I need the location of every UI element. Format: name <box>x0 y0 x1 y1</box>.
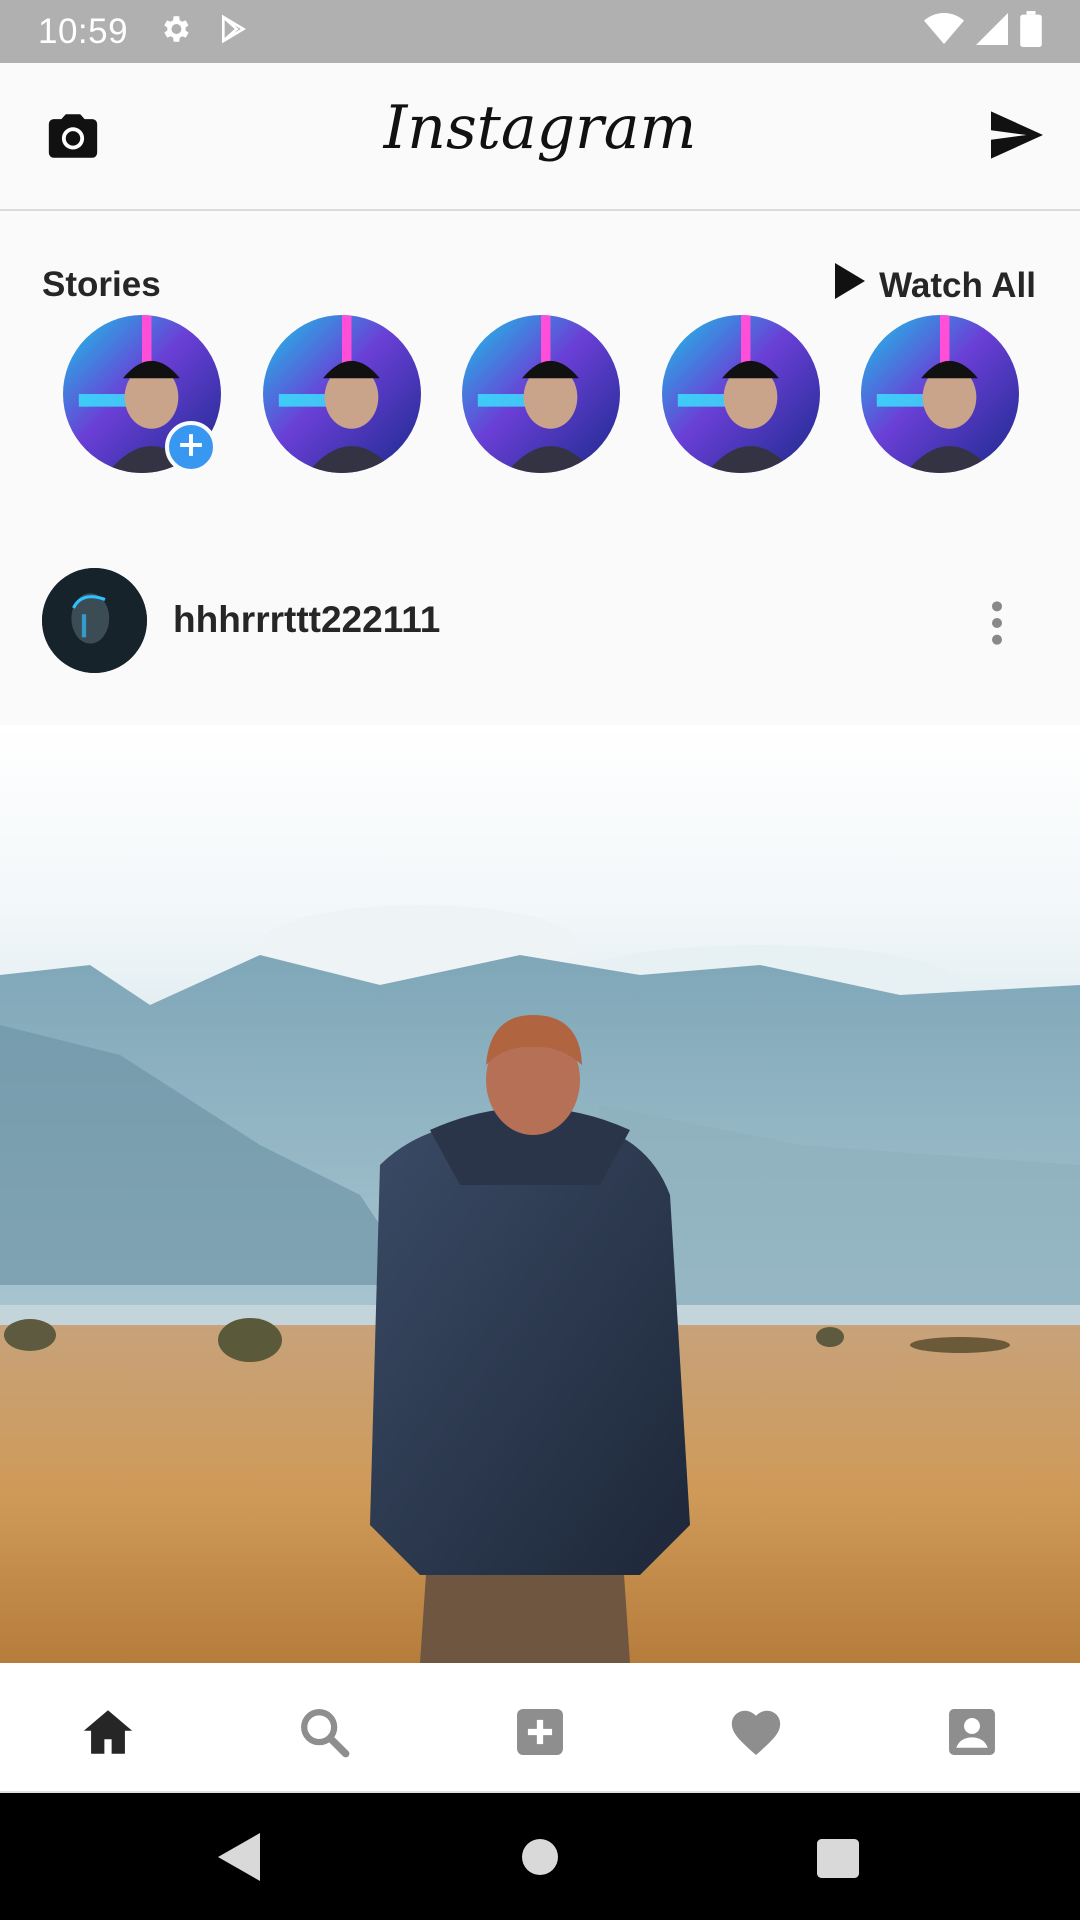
app-header: Instagram <box>0 63 1080 211</box>
post-image[interactable] <box>0 725 1080 1663</box>
post-photo <box>0 725 1080 1663</box>
play-store-icon <box>218 13 250 50</box>
heart-icon[interactable] <box>727 1703 785 1761</box>
post-username[interactable]: hhhrrrttt222111 <box>173 599 440 641</box>
status-time: 10:59 <box>38 11 129 51</box>
story-avatar-image <box>263 315 421 473</box>
stories-section: Stories Watch All <box>0 213 1080 513</box>
post-avatar[interactable] <box>42 568 147 673</box>
home-icon[interactable] <box>79 1703 137 1761</box>
plus-icon <box>178 432 204 463</box>
more-vertical-icon[interactable] <box>985 598 1009 648</box>
add-box-icon[interactable] <box>511 1703 569 1761</box>
story-avatar-image <box>861 315 1019 473</box>
system-nav-bar <box>0 1793 1080 1920</box>
story-avatar[interactable] <box>861 315 1019 473</box>
post-avatar-image <box>42 568 147 673</box>
app-logo: Instagram <box>383 93 697 163</box>
back-icon[interactable] <box>218 1833 260 1886</box>
battery-icon <box>1020 11 1042 52</box>
signal-icon <box>976 12 1008 51</box>
watch-all-label: Watch All <box>879 265 1036 305</box>
watch-all-button[interactable]: Watch All <box>835 263 1036 308</box>
story-avatar-image <box>462 315 620 473</box>
story-avatar-image <box>662 315 820 473</box>
status-bar: 10:59 <box>0 0 1080 63</box>
stories-title: Stories <box>42 265 161 304</box>
wifi-icon <box>924 12 964 51</box>
send-icon[interactable] <box>988 109 1046 161</box>
account-box-icon[interactable] <box>943 1703 1001 1761</box>
search-icon[interactable] <box>295 1703 353 1761</box>
home-circle-icon[interactable] <box>520 1833 560 1886</box>
gear-icon <box>158 12 192 51</box>
story-avatar[interactable] <box>263 315 421 473</box>
bottom-nav <box>0 1663 1080 1793</box>
story-avatar[interactable] <box>462 315 620 473</box>
add-story-button[interactable] <box>165 421 217 473</box>
story-avatar[interactable] <box>662 315 820 473</box>
play-icon <box>835 263 866 308</box>
recents-icon[interactable] <box>817 1833 859 1886</box>
post-header: hhhrrrttt222111 <box>0 553 1080 683</box>
